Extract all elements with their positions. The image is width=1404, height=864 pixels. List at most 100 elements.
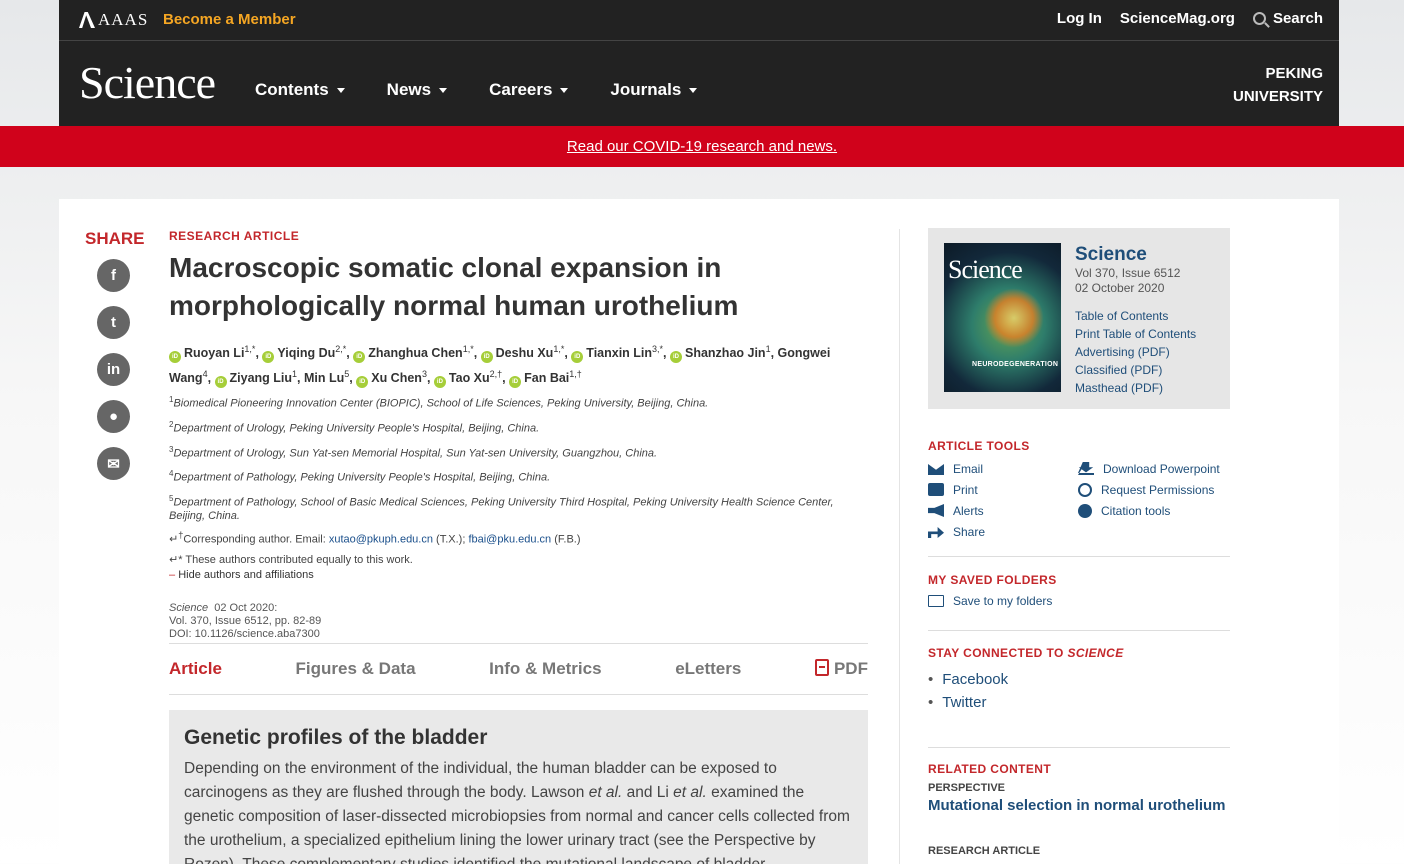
author-list: iD Ruoyan Li1,*, iD Yiqing Du2,*, iD Zhangh… (169, 339, 869, 389)
advertising-link[interactable]: Advertising (PDF) (1075, 343, 1196, 361)
tool-share[interactable]: Share (928, 523, 1078, 540)
nav-news[interactable]: News (386, 80, 448, 100)
classified-link[interactable]: Classified (PDF) (1075, 361, 1196, 379)
affil-text: Department of Pathology, Peking Universi… (173, 471, 551, 484)
copyright-icon (1078, 482, 1092, 497)
issue-journal-link[interactable]: Science (1075, 244, 1147, 265)
nav-careers[interactable]: Careers (489, 80, 569, 100)
article-card: SHARE f t in ● ✉ RESEARCH ARTICLE Macros… (59, 199, 1339, 864)
aaas-text: AAAS (98, 10, 149, 29)
email-icon[interactable]: ✉ (97, 447, 130, 480)
issue-box: Science NEURODEGENERATION Science Vol 37… (928, 228, 1230, 409)
tab-info-metrics[interactable]: Info & Metrics (489, 659, 601, 679)
email-link-xutao[interactable]: xutao@pkuph.edu.cn (329, 533, 433, 545)
related-kicker: RESEARCH ARTICLE (928, 845, 1041, 857)
institution-line: UNIVERSITY (1232, 88, 1323, 105)
linkedin-icon[interactable]: in (97, 353, 130, 386)
orcid-icon: iD (356, 376, 369, 389)
affil-text: Biomedical Pioneering Innovation Center … (173, 397, 709, 410)
author-link[interactable]: iD Ruoyan Li1,* (169, 344, 256, 364)
envelope-icon (928, 462, 944, 475)
sidebar-divider (899, 229, 900, 864)
tab-pdf[interactable]: PDF (814, 659, 868, 679)
author-link[interactable]: iD Tao Xu2,† (433, 369, 502, 389)
science-logo[interactable]: Science (79, 56, 216, 109)
institution-line: PEKING (1265, 65, 1323, 82)
author-affil-sup: 3 (421, 369, 427, 380)
tool-citation-tools[interactable]: Citation tools (1078, 502, 1228, 519)
sciencemag-link[interactable]: ScienceMag.org (1120, 10, 1235, 27)
article-title: Macroscopic somatic clonal expansion in … (169, 252, 739, 321)
twitter-link[interactable]: Twitter (942, 694, 986, 711)
author-affil-sup: 1,* (244, 344, 256, 354)
author-name: Fan Bai (524, 371, 570, 386)
main-nav: Contents News Careers Journals (255, 80, 739, 100)
orcid-icon: iD (214, 376, 227, 389)
toc-link[interactable]: Table of Contents (1075, 307, 1196, 325)
affiliations: 1Biomedical Pioneering Innovation Center… (169, 393, 869, 522)
facebook-link[interactable]: Facebook (942, 671, 1008, 688)
tool-download-powerpoint[interactable]: Download Powerpoint (1078, 460, 1228, 477)
summary-heading: Genetic profiles of the bladder (184, 726, 488, 749)
aaas-mark-icon (79, 12, 95, 28)
search-button[interactable]: Search (1252, 10, 1323, 27)
author-link[interactable]: iD Tianxin Lin3,* (571, 344, 663, 364)
tab-article[interactable]: Article (169, 659, 222, 679)
email-link-fbai[interactable]: fbai@pku.edu.cn (468, 533, 551, 545)
issue-volume: Vol 370, Issue 6512 (1075, 266, 1181, 280)
author-link[interactable]: iD Deshu Xu1,* (480, 344, 564, 364)
tool-email[interactable]: Email (928, 460, 1078, 477)
search-icon (1252, 12, 1266, 25)
equal-note-text: * These authors contributed equally to t… (178, 554, 413, 567)
nav-journals[interactable]: Journals (610, 80, 698, 100)
related-content: RELATED CONTENT PERSPECTIVE Mutational s… (928, 762, 1230, 864)
share-title: SHARE (85, 229, 145, 248)
author-link[interactable]: Min Lu5 (304, 369, 349, 385)
issue-cover-image[interactable]: Science NEURODEGENERATION (944, 243, 1061, 392)
tools-grid: Email Download Powerpoint Print Request … (928, 460, 1230, 540)
print-toc-link[interactable]: Print Table of Contents (1075, 325, 1196, 343)
stay-connected-title: STAY CONNECTED TO SCIENCE (928, 646, 1230, 660)
tab-eletters[interactable]: eLetters (675, 659, 741, 679)
hide-authors-toggle[interactable]: – Hide authors and affiliations (169, 569, 869, 581)
masthead-link[interactable]: Masthead (PDF) (1075, 379, 1196, 397)
orcid-icon: iD (262, 351, 275, 364)
author-affil-sup: 1 (292, 369, 298, 380)
citation-volume: Vol. 370, Issue 6512, pp. 82-89 (169, 615, 322, 628)
covid-link[interactable]: Read our COVID-19 research and news. (567, 138, 837, 155)
related-link-perspective[interactable]: Mutational selection in normal urotheliu… (928, 797, 1230, 814)
twitter-icon[interactable]: t (97, 306, 130, 339)
author-link[interactable]: iD Fan Bai1,† (509, 369, 582, 389)
corr-initials: (T.X.); (432, 533, 469, 546)
article-tools-title: ARTICLE TOOLS (928, 439, 1030, 453)
nav-label: News (386, 80, 432, 99)
save-to-folders-link[interactable]: Save to my folders (928, 594, 1230, 608)
top-links: Log In ScienceMag.org Search (1057, 10, 1323, 27)
title-prefix: STAY CONNECTED TO (928, 646, 1068, 660)
author-name: Tao Xu (448, 371, 490, 386)
article-tabs: Article Figures & Data Info & Metrics eL… (169, 643, 868, 695)
author-link[interactable]: iD Ziyang Liu1 (214, 369, 298, 389)
tool-label: Print (953, 482, 978, 497)
facebook-icon[interactable]: f (97, 259, 130, 292)
orcid-icon: iD (670, 351, 682, 364)
become-member-link[interactable]: Become a Member (163, 11, 296, 28)
aaas-logo[interactable]: AAAS (79, 10, 148, 30)
list-item: Facebook (928, 668, 1230, 691)
author-link[interactable]: iD Xu Chen3 (356, 369, 427, 389)
tool-request-permissions[interactable]: Request Permissions (1078, 481, 1228, 498)
tool-print[interactable]: Print (928, 481, 1078, 498)
author-affil-sup: 4 (202, 369, 208, 380)
reddit-icon[interactable]: ● (97, 400, 130, 433)
author-link[interactable]: iD Yiqing Du2,* (262, 344, 346, 364)
printer-icon (928, 483, 944, 496)
tool-alerts[interactable]: Alerts (928, 502, 1078, 519)
nav-contents[interactable]: Contents (255, 80, 345, 100)
return-icon: ↵ (169, 533, 179, 546)
author-link[interactable]: iD Zhanghua Chen1,* (353, 344, 474, 364)
tab-figures-data[interactable]: Figures & Data (296, 659, 416, 679)
corresponding-author: ↵†Corresponding author. Email: xutao@pku… (169, 530, 869, 546)
login-link[interactable]: Log In (1057, 10, 1102, 27)
author-link[interactable]: iD Shanzhao Jin1 (670, 344, 771, 364)
summary-etal: et al. (673, 784, 707, 801)
